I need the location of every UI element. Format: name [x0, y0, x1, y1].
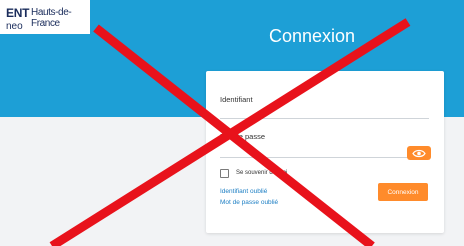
remember-checkbox[interactable] — [220, 169, 229, 178]
password-input[interactable] — [220, 157, 410, 158]
eye-icon — [412, 149, 426, 157]
login-card: Identifiant Mot de passe Se souvenir de … — [206, 71, 444, 233]
password-label: Mot de passe — [220, 132, 266, 141]
identifier-input[interactable] — [220, 118, 429, 119]
logo-ent-text: ENT — [6, 6, 30, 20]
identifier-label: Identifiant — [220, 95, 253, 104]
login-page: ENT Hauts-de-France neo Connexion Identi… — [0, 0, 464, 246]
remember-label[interactable]: Se souvenir de moi — [236, 170, 287, 176]
login-button[interactable]: Connexion — [378, 183, 428, 201]
forgot-identifier-link[interactable]: Identifiant oublié — [220, 188, 267, 195]
forgot-password-link[interactable]: Mot de passe oublié — [220, 199, 278, 206]
show-password-button[interactable] — [407, 146, 431, 160]
page-title: Connexion — [268, 26, 356, 46]
